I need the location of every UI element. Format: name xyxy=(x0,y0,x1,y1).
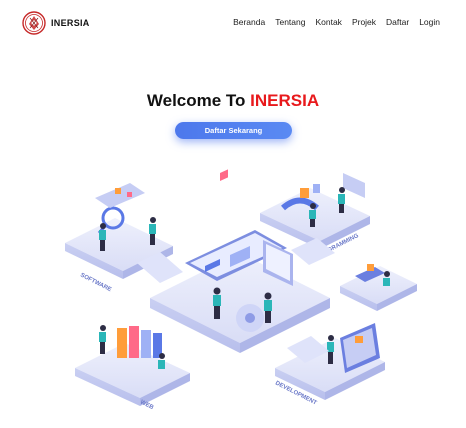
brand[interactable]: INERSIA xyxy=(22,11,90,35)
university-crest-icon xyxy=(22,11,46,35)
hero-title-accent: INERSIA xyxy=(250,91,320,110)
software-platform: SOFTWARE xyxy=(65,183,183,293)
nav-item-kontak[interactable]: Kontak xyxy=(315,17,341,27)
label-web: WEB xyxy=(139,399,155,411)
person-center-left xyxy=(213,287,221,319)
brand-name: INERSIA xyxy=(51,18,90,28)
analytics-platform xyxy=(340,264,417,311)
register-now-button[interactable]: Daftar Sekarang xyxy=(175,122,292,139)
hero-title-prefix: Welcome To xyxy=(146,91,251,110)
nav-item-beranda[interactable]: Beranda xyxy=(233,17,265,27)
nav-item-tentang[interactable]: Tentang xyxy=(275,17,305,27)
label-software: SOFTWARE xyxy=(79,272,112,293)
development-platform: DEVELOPMENT xyxy=(274,323,385,407)
nav-menu: Beranda Tentang Kontak Projek Daftar Log… xyxy=(223,17,440,27)
hero-title: Welcome To INERSIA xyxy=(0,91,466,111)
person-development xyxy=(327,335,334,364)
person-programming-2 xyxy=(338,187,345,213)
nav-item-daftar[interactable]: Daftar xyxy=(386,17,409,27)
web-platform: WEB xyxy=(75,325,190,411)
nav-item-projek[interactable]: Projek xyxy=(352,17,376,27)
person-center-right xyxy=(264,292,272,323)
nav-item-login[interactable]: Login xyxy=(419,17,440,27)
navbar: INERSIA Beranda Tentang Kontak Projek Da… xyxy=(0,0,466,46)
person-software-2 xyxy=(149,217,156,245)
person-web-1 xyxy=(99,325,106,354)
isometric-illustration: SOFTWARE PROGRAMMING WEB DEVELOPMENT xyxy=(65,169,417,411)
